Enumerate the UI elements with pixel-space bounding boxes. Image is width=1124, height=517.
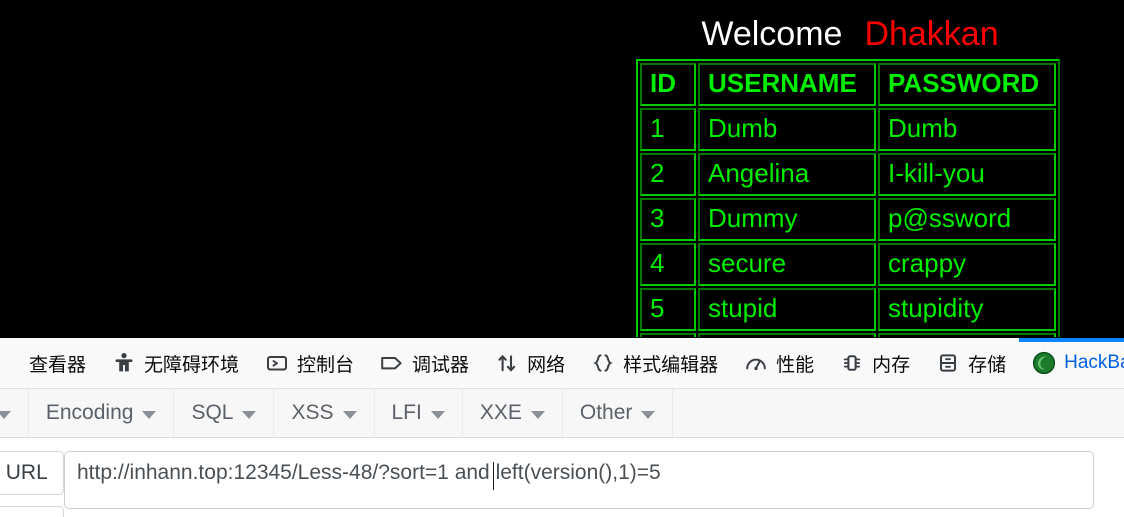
tab-console-label: 控制台 (297, 354, 355, 376)
cell-username: Dummy (698, 198, 876, 241)
tab-network[interactable]: 网络 (482, 338, 578, 388)
cell-username: Angelina (698, 153, 876, 196)
inspector-icon (0, 351, 21, 375)
hackbar-button-column: d URL (0, 451, 64, 517)
hackbar-menu-sql-label: SQL (191, 401, 234, 424)
devtools-toolbar: 查看器 无障碍环境 控制台 调试器 网络 样式编辑器 性能 内存 存储 Hack… (0, 338, 1124, 389)
chevron-down-icon (530, 410, 545, 419)
table-row: 4 secure crappy (640, 243, 1056, 286)
storage-icon (936, 351, 960, 375)
page-content: Welcome Dhakkan ID USERNAME PASSWORD 1 Du… (0, 0, 1124, 337)
hackbar-menu-xss[interactable]: XSS (274, 389, 375, 437)
hackbar-menu-xxe-label: XXE (479, 401, 522, 424)
hackbar-menu-lfi[interactable]: LFI (375, 389, 463, 437)
cell-password: stupidity (878, 288, 1056, 331)
column-header-id: ID (640, 63, 696, 106)
load-url-button[interactable]: d URL (0, 451, 64, 495)
cell-username: stupid (698, 288, 876, 331)
hackbar-menu-action[interactable]: tion (0, 389, 29, 437)
cell-username: secure (698, 243, 876, 286)
tab-network-label: 网络 (527, 354, 566, 376)
table-header-row: ID USERNAME PASSWORD (640, 63, 1056, 106)
cell-id: 3 (640, 198, 696, 241)
chevron-down-icon (342, 410, 357, 419)
memory-icon (840, 351, 864, 375)
hackbar-menu-xss-label: XSS (291, 401, 334, 424)
console-icon (265, 351, 289, 375)
tab-hackbar-label: HackBar (1064, 352, 1124, 373)
table-row: 5 stupid stupidity (640, 288, 1056, 331)
table-row: 1 Dumb Dumb (640, 108, 1056, 151)
tab-hackbar[interactable]: HackBar (1019, 338, 1124, 388)
hackbar-menu-lfi-label: LFI (391, 401, 422, 424)
tab-accessibility[interactable]: 无障碍环境 (99, 338, 252, 388)
chevron-down-icon (0, 410, 11, 419)
url-input[interactable] (64, 451, 1094, 509)
style-editor-icon (591, 351, 615, 375)
cell-password: Dumb (878, 108, 1056, 151)
hackbar-menu-sql[interactable]: SQL (174, 389, 275, 437)
browser-screenshot: Welcome Dhakkan ID USERNAME PASSWORD 1 Du… (0, 0, 1124, 517)
cell-password: I-kill-you (878, 153, 1056, 196)
performance-icon (744, 351, 768, 375)
hackbar-menu-encoding-label: Encoding (45, 401, 134, 424)
tab-storage-label: 存储 (968, 354, 1007, 376)
cell-id: 2 (640, 153, 696, 196)
hackbar-body: d URL (0, 438, 1124, 517)
tab-performance[interactable]: 性能 (731, 338, 827, 388)
welcome-heading: Welcome Dhakkan (630, 14, 1070, 54)
devtools-panel: 查看器 无障碍环境 控制台 调试器 网络 样式编辑器 性能 内存 存储 Hack… (0, 337, 1124, 517)
network-icon (495, 351, 519, 375)
results-table: ID USERNAME PASSWORD 1 Dumb Dumb 2 Angel… (636, 59, 1060, 337)
cell-id: 4 (640, 243, 696, 286)
chevron-down-icon (242, 410, 257, 419)
welcome-username: Dhakkan (864, 15, 999, 53)
tab-debugger[interactable]: 调试器 (367, 338, 482, 388)
tab-inspector[interactable]: 查看器 (0, 338, 99, 388)
hackbar-menu-other-label: Other (579, 401, 633, 424)
cell-password: p@ssword (878, 198, 1056, 241)
cell-username: Dumb (698, 108, 876, 151)
column-header-password: PASSWORD (878, 63, 1056, 106)
accessibility-icon (112, 351, 136, 375)
tab-console[interactable]: 控制台 (252, 338, 367, 388)
tab-storage[interactable]: 存储 (923, 338, 1019, 388)
welcome-prefix: Welcome (701, 15, 843, 53)
chevron-down-icon (430, 410, 445, 419)
tab-debugger-label: 调试器 (412, 354, 470, 376)
tab-style-editor-label: 样式编辑器 (623, 354, 719, 376)
text-cursor (493, 462, 494, 490)
tab-accessibility-label: 无障碍环境 (144, 354, 240, 376)
cell-password: crappy (878, 243, 1056, 286)
chevron-down-icon (641, 410, 656, 419)
hackbar-menu-xxe[interactable]: XXE (463, 389, 563, 437)
tab-memory[interactable]: 内存 (827, 338, 923, 388)
column-header-username: USERNAME (698, 63, 876, 106)
debugger-icon (380, 351, 404, 375)
hackbar-menu-other[interactable]: Other (563, 389, 674, 437)
chevron-down-icon (142, 410, 157, 419)
cell-id: 1 (640, 108, 696, 151)
table-row: 2 Angelina I-kill-you (640, 153, 1056, 196)
hackbar-menubar: tion Encoding SQL XSS LFI XXE (0, 389, 1124, 438)
tab-style-editor[interactable]: 样式编辑器 (578, 338, 731, 388)
tab-performance-label: 性能 (776, 354, 815, 376)
tab-memory-label: 内存 (872, 354, 911, 376)
split-url-button[interactable] (0, 506, 64, 517)
tab-inspector-label: 查看器 (29, 354, 87, 376)
table-row: 3 Dummy p@ssword (640, 198, 1056, 241)
hackbar-icon (1032, 351, 1056, 375)
hackbar-url-wrapper (64, 451, 1124, 514)
hackbar-menu-encoding[interactable]: Encoding (29, 389, 175, 437)
cell-id: 5 (640, 288, 696, 331)
